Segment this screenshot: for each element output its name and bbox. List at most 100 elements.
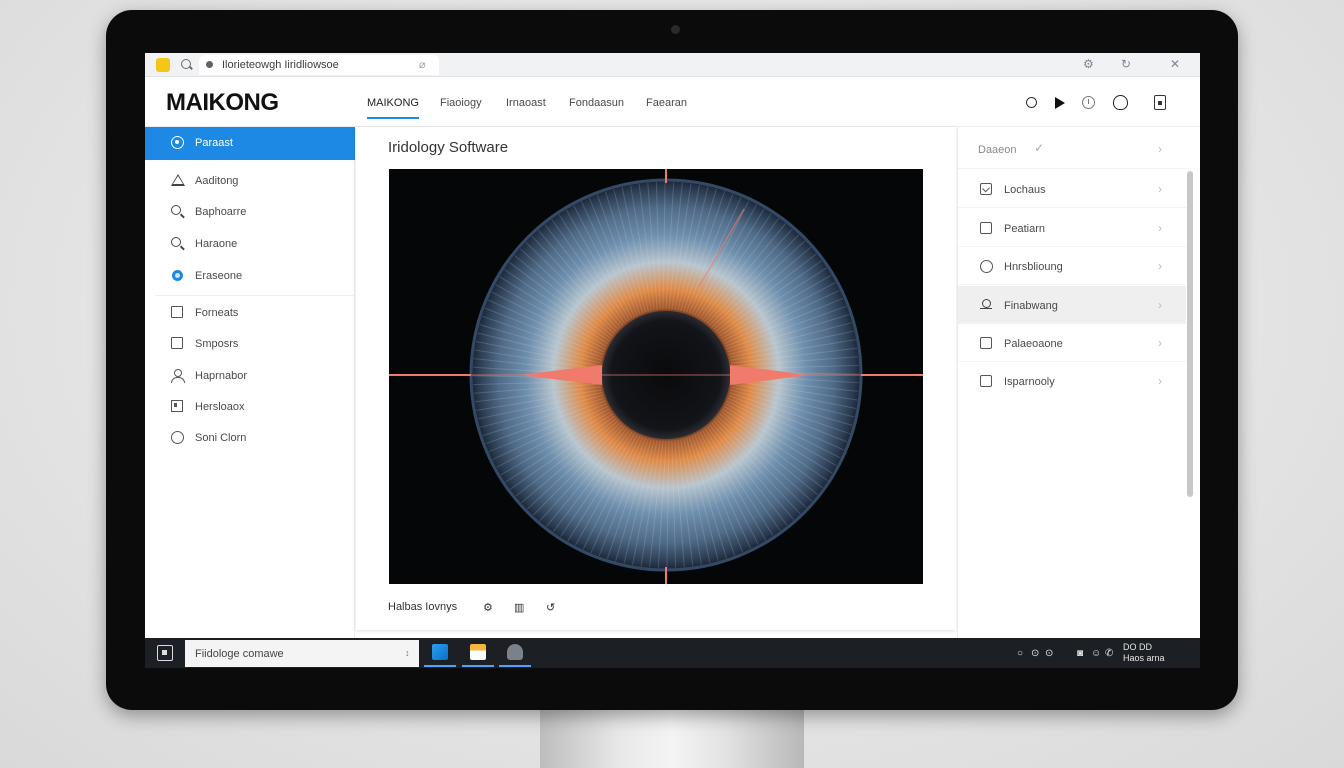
nav-item-2[interactable]: Fiaoiogy	[440, 97, 482, 109]
address-text: Ilorieteowgh Iiridliowsoe	[222, 59, 339, 71]
search-icon	[171, 237, 184, 250]
left-sidebar: Paraast Aaditong Baphoarre Haraone Erase…	[145, 127, 355, 638]
chevron-right-icon: ›	[1158, 374, 1162, 388]
close-icon[interactable]: ✕	[1170, 57, 1180, 71]
sidebar-item-7[interactable]: Smposrs	[145, 328, 355, 360]
right-item-label: Finabwang	[1004, 300, 1058, 312]
right-item-4[interactable]: Finabwang ›	[958, 286, 1186, 324]
sort-icon: ↕	[405, 648, 410, 658]
right-item-label: Peatiarn	[1004, 223, 1045, 235]
refresh-icon[interactable]: ↻	[1121, 57, 1131, 71]
scrollbar[interactable]	[1187, 171, 1193, 497]
right-item-6[interactable]: Isparnooly ›	[958, 362, 1186, 400]
sidebar-item-label: Smposrs	[195, 338, 239, 350]
sidebar-item-label: Eraseone	[195, 270, 243, 282]
sidebar-item-1[interactable]: Paraast	[145, 127, 355, 160]
search-icon	[171, 205, 184, 218]
folder-app-icon[interactable]	[470, 644, 486, 660]
search-icon[interactable]	[180, 58, 194, 72]
image-icon	[980, 183, 992, 195]
explorer-app-icon[interactable]	[432, 644, 448, 660]
right-item-label: Hnrsblioung	[1004, 261, 1063, 273]
sidebar-item-label: Aaditong	[195, 175, 239, 187]
settings-icon[interactable]: ⚙	[483, 601, 493, 614]
reader-icon[interactable]: ⌀	[419, 58, 426, 71]
chevron-right-icon: ›	[1158, 221, 1162, 235]
clock-icon[interactable]	[1082, 96, 1095, 109]
right-item-1[interactable]: Lochaus ›	[958, 170, 1186, 208]
sidebar-item-5[interactable]: Eraseone	[145, 260, 355, 292]
main-panel: Iridology Software Halbas Iovnys ⚙ ▥ ↺	[356, 127, 956, 630]
circle-icon	[171, 431, 184, 444]
browser-bar: Ilorieteowgh Iiridliowsoe ⌀ ⚙ ↻ ✕	[145, 53, 1200, 77]
taskbar-clock[interactable]: DO DD Haos arna	[1123, 642, 1193, 664]
app-active-indicator	[424, 665, 456, 667]
taskbar-search-input[interactable]: Fiidologe comawe ↕	[185, 640, 419, 667]
layout-icon[interactable]: ▥	[514, 601, 524, 614]
lock-icon	[206, 61, 213, 68]
sidebar-item-10[interactable]: Soni Clorn	[145, 422, 355, 454]
warning-icon	[171, 174, 185, 186]
settings-icon[interactable]: ⚙	[1083, 57, 1094, 71]
sidebar-item-3[interactable]: Baphoarre	[145, 196, 355, 228]
sidebar-item-label: Forneats	[195, 307, 239, 319]
tray-icon-2[interactable]: ⊙	[1031, 648, 1039, 659]
square-icon	[171, 306, 183, 318]
browser-app-icon[interactable]	[507, 644, 523, 660]
nav-item-5[interactable]: Faearan	[646, 97, 687, 109]
square-icon	[980, 337, 992, 349]
square-icon	[980, 375, 992, 387]
chevron-right-icon: ›	[1158, 259, 1162, 273]
clock-line-1: DO DD	[1123, 642, 1152, 652]
notification-icon[interactable]	[1113, 95, 1128, 110]
webcam	[671, 25, 680, 34]
tray-icon-6[interactable]: ✆	[1105, 648, 1113, 659]
right-item-5[interactable]: Palaeoaone ›	[958, 324, 1186, 362]
sidebar-item-label: Haprnabor	[195, 370, 247, 382]
sidebar-item-6[interactable]: Forneats	[145, 297, 355, 329]
sidebar-item-9[interactable]: Hersloaox	[145, 391, 355, 423]
play-icon[interactable]	[1055, 97, 1065, 109]
sidebar-item-8[interactable]: Haprnabor	[145, 360, 355, 392]
tray-icon-4[interactable]: ◙	[1077, 648, 1083, 659]
target-icon	[171, 136, 184, 149]
sidebar-divider	[155, 295, 355, 296]
frame-icon	[171, 400, 183, 412]
right-item-3[interactable]: Hnrsblioung ›	[958, 247, 1186, 285]
record-icon[interactable]	[1026, 97, 1037, 108]
right-item-2[interactable]: Peatiarn ›	[958, 209, 1186, 247]
app-favicon-icon[interactable]	[156, 58, 170, 72]
sidebar-item-2[interactable]: Aaditong	[145, 165, 355, 197]
right-panel: Daaeon ✓ › Lochaus › Peatiarn › Hnrsblio…	[957, 127, 1200, 638]
sidebar-item-4[interactable]: Haraone	[145, 228, 355, 260]
taskbar: Fiidologe comawe ↕ ○ ⊙ ⊙ ◙ ☺ ✆ DO DD Hao…	[145, 638, 1200, 668]
document-icon[interactable]	[1154, 95, 1166, 110]
chevron-right-icon: ›	[1158, 142, 1162, 156]
undo-icon[interactable]: ↺	[546, 601, 555, 614]
chevron-right-icon: ›	[1158, 336, 1162, 350]
user-icon	[171, 369, 185, 383]
tray-icon-1[interactable]: ○	[1017, 648, 1023, 659]
sidebar-item-label: Paraast	[195, 137, 233, 149]
right-item-label: Isparnooly	[1004, 376, 1055, 388]
app-active-indicator	[462, 665, 494, 667]
screen: Ilorieteowgh Iiridliowsoe ⌀ ⚙ ↻ ✕ MAIKON…	[145, 53, 1200, 668]
nav-item-maikong[interactable]: MAIKONG	[367, 97, 419, 119]
loop-icon	[980, 260, 993, 273]
page-title: Iridology Software	[388, 139, 509, 156]
iris-image-viewer[interactable]	[389, 169, 923, 584]
right-panel-header[interactable]: Daaeon ✓ ›	[958, 127, 1186, 169]
taskbar-search-text: Fiidologe comawe	[195, 648, 284, 660]
address-tab[interactable]: Ilorieteowgh Iiridliowsoe ⌀	[199, 55, 439, 75]
check-icon[interactable]: ✓	[1034, 141, 1044, 155]
tray-icon-3[interactable]: ⊙	[1045, 648, 1053, 659]
key-icon	[980, 299, 992, 311]
footer-label: Halbas Iovnys	[388, 601, 458, 613]
nav-item-4[interactable]: Fondaasun	[569, 97, 624, 109]
iris-image	[389, 169, 923, 584]
sidebar-item-label: Hersloaox	[195, 401, 245, 413]
tray-icon-5[interactable]: ☺	[1091, 648, 1101, 659]
clock-line-2: Haos arna	[1123, 653, 1165, 663]
nav-item-3[interactable]: Irnaoast	[506, 97, 546, 109]
start-icon[interactable]	[157, 645, 173, 661]
